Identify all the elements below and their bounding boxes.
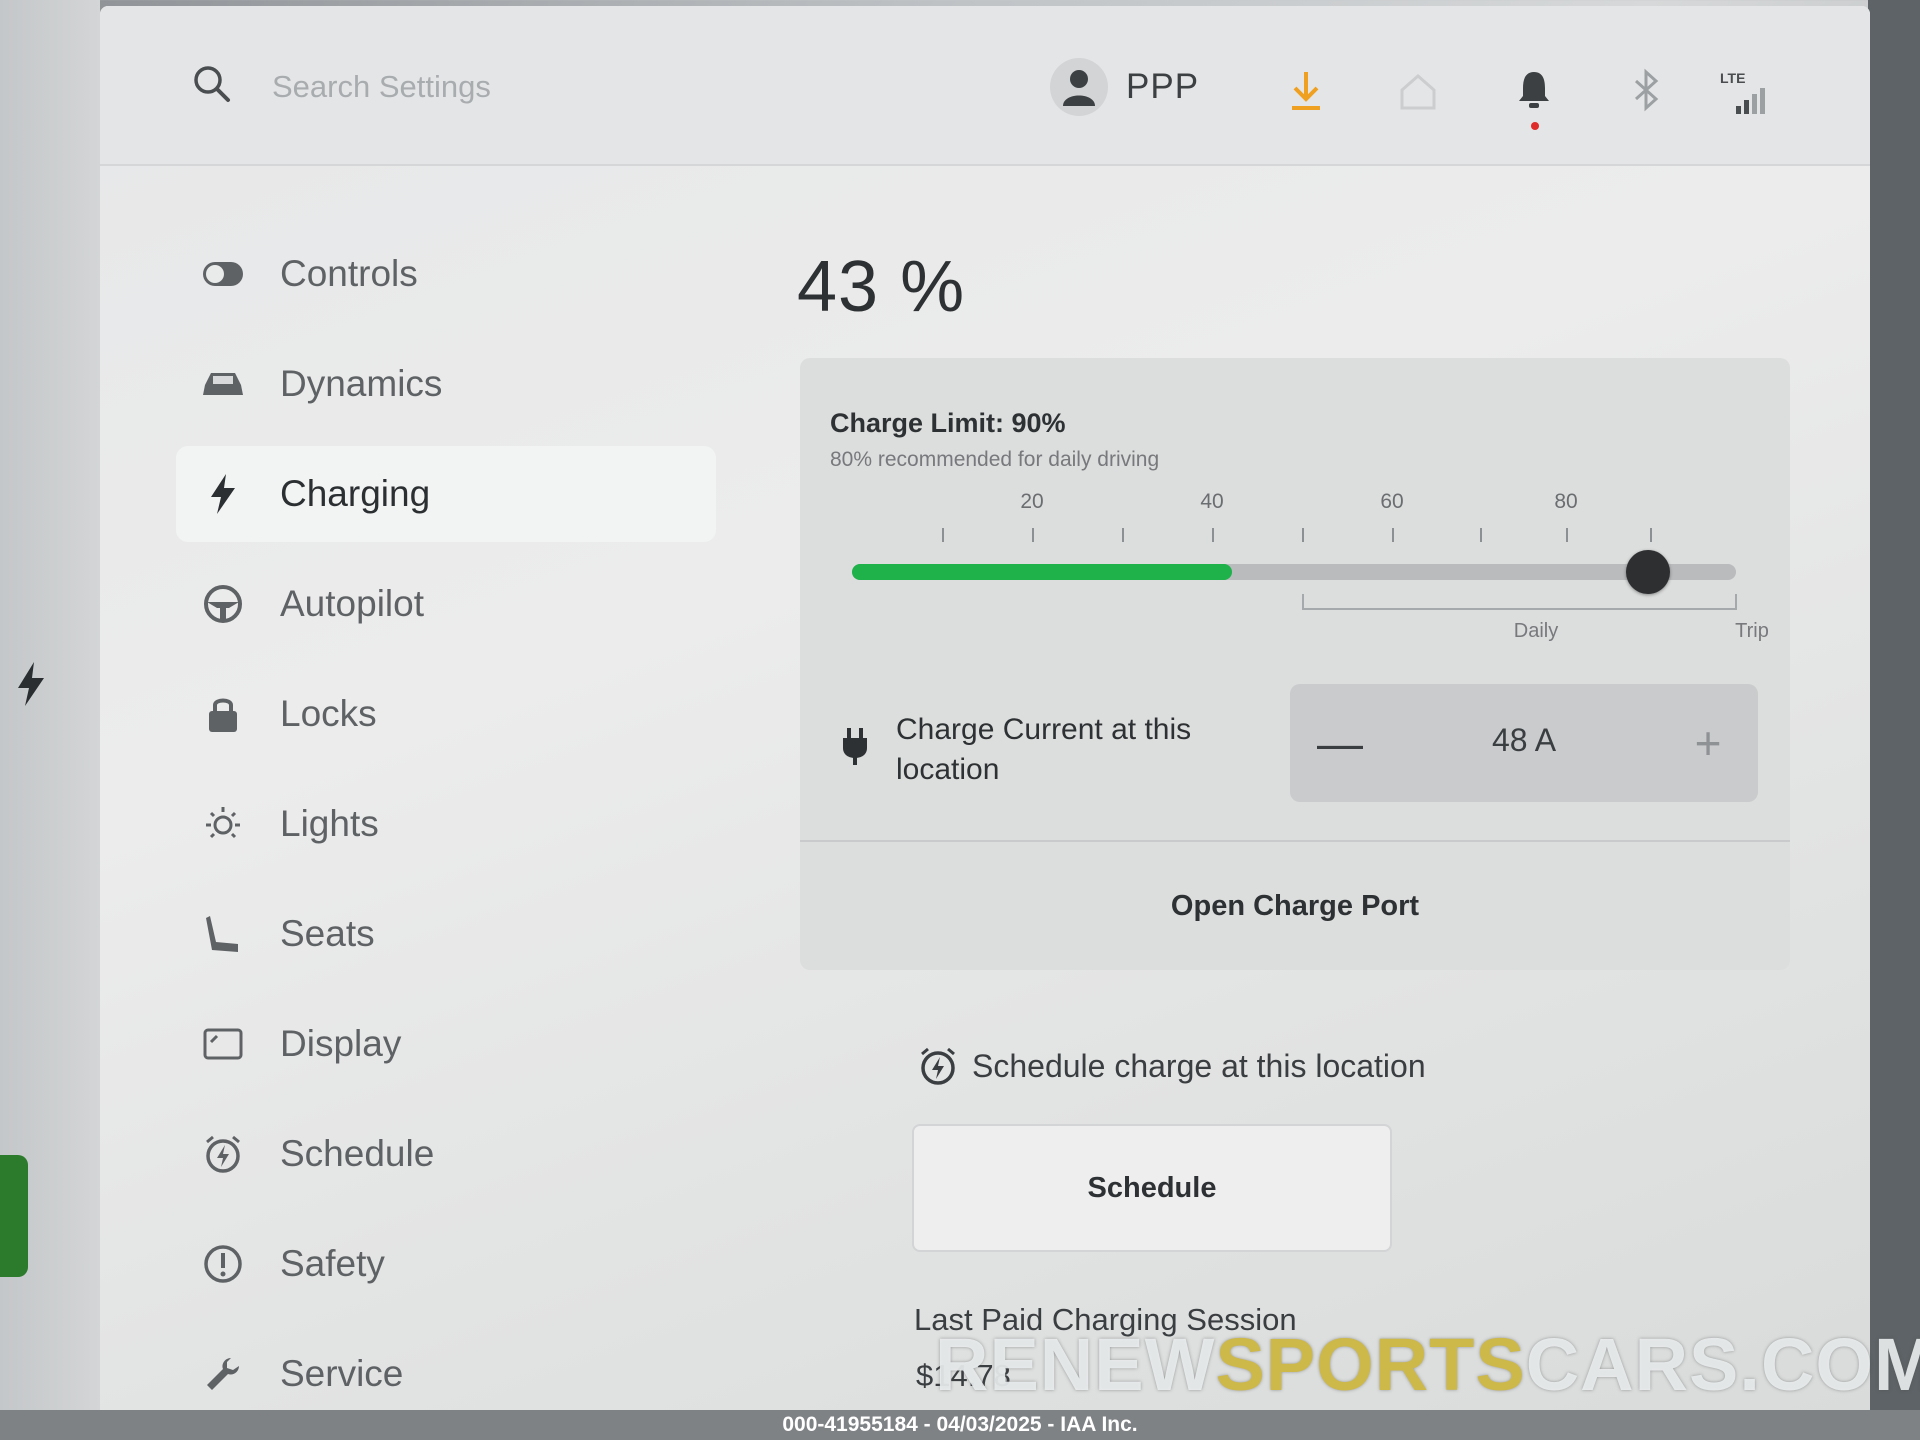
charge-limit-title: Charge Limit: 90% [830, 408, 1066, 438]
sidebar-item-label: Schedule [280, 1133, 435, 1174]
sidebar-item-label: Display [280, 1023, 402, 1064]
bolt-icon [18, 662, 44, 706]
sidebar-item-seats[interactable]: Seats [176, 886, 716, 982]
sidebar-item-dynamics[interactable]: Dynamics [176, 336, 716, 432]
scale-label-60: 60 [1380, 490, 1404, 513]
profile-button[interactable]: PPP [1050, 58, 1199, 116]
sidebar-item-label: Lights [280, 803, 379, 844]
steering-wheel-icon [200, 581, 246, 627]
seat-icon [200, 911, 246, 957]
profile-name: PPP [1126, 67, 1200, 106]
scale-label-20: 20 [1020, 490, 1044, 513]
schedule-button[interactable]: Schedule [912, 1124, 1392, 1252]
bluetooth-icon[interactable] [1626, 68, 1666, 112]
watermark-part2: SPORTS [1215, 1323, 1526, 1406]
settings-sidebar: Controls Dynamics Charging Autopilot Loc… [176, 226, 716, 1410]
increase-current-button[interactable]: + [1658, 684, 1758, 802]
notification-dot [1531, 122, 1539, 130]
warning-icon [200, 1241, 246, 1287]
charge-limit-handle[interactable] [1625, 550, 1670, 594]
scale-tick [1032, 528, 1034, 542]
wrench-icon [200, 1351, 246, 1397]
charge-card: Charge Limit: 90% 80% recommended for da… [800, 358, 1790, 970]
scale-tick [1480, 528, 1482, 542]
alarm-clock-icon [921, 1047, 955, 1085]
lock-icon [200, 691, 246, 737]
sidebar-item-label: Controls [280, 253, 418, 294]
sidebar-item-safety[interactable]: Safety [176, 1216, 716, 1312]
sidebar-item-charging[interactable]: Charging [176, 446, 716, 542]
sidebar-item-autopilot[interactable]: Autopilot [176, 556, 716, 652]
battery-level-fill [852, 564, 1233, 580]
right-bezel [1868, 0, 1920, 1410]
sidebar-item-label: Service [280, 1353, 404, 1394]
sidebar-item-label: Safety [280, 1243, 385, 1284]
alarm-clock-icon [200, 1131, 246, 1177]
green-tab [0, 1155, 28, 1277]
home-icon[interactable] [1398, 68, 1438, 112]
daily-label: Daily [1513, 620, 1559, 642]
sidebar-item-locks[interactable]: Locks [176, 666, 716, 762]
lte-signal-icon: LTE [1716, 70, 1776, 116]
bell-icon[interactable] [1514, 68, 1554, 112]
sidebar-item-label: Charging [280, 473, 431, 514]
sidebar-item-lights[interactable]: Lights [176, 776, 716, 872]
download-icon[interactable] [1286, 68, 1326, 112]
schedule-heading-row: Schedule charge at this location [918, 1046, 1426, 1086]
top-bar: PPP LTE [100, 6, 1870, 166]
sidebar-item-label: Seats [280, 913, 375, 954]
trip-label: Trip [1735, 620, 1769, 642]
search-icon[interactable] [192, 64, 232, 104]
charge-current-label: Charge Current at this location [896, 713, 1192, 786]
sidebar-item-label: Locks [280, 693, 377, 734]
toggle-icon [200, 251, 246, 297]
bolt-icon [200, 471, 246, 517]
display-icon [200, 1021, 246, 1067]
sidebar-item-display[interactable]: Display [176, 996, 716, 1092]
sidebar-item-service[interactable]: Service [176, 1326, 716, 1410]
settings-screen: PPP LTE [100, 6, 1870, 1410]
schedule-heading: Schedule charge at this location [972, 1047, 1426, 1084]
sidebar-item-label: Dynamics [280, 363, 443, 404]
battery-percent: 43 % [797, 247, 966, 327]
scale-tick [1392, 528, 1394, 542]
watermark: RENEWSPORTSCARS.COM [935, 1322, 1920, 1407]
sidebar-item-controls[interactable]: Controls [176, 226, 716, 322]
scale-tick [942, 528, 944, 542]
charge-limit-recommendation: 80% recommended for daily driving [830, 448, 1160, 471]
search-input[interactable] [270, 64, 654, 110]
scale-label-40: 40 [1200, 490, 1224, 513]
car-icon [200, 361, 246, 407]
scale-tick [1302, 528, 1304, 542]
sidebar-item-schedule[interactable]: Schedule [176, 1106, 716, 1202]
sidebar-item-label: Autopilot [280, 583, 424, 624]
open-charge-port-button[interactable]: Open Charge Port [800, 842, 1790, 970]
watermark-part3: CARS.COM [1525, 1323, 1920, 1406]
avatar [1050, 58, 1108, 116]
daily-trip-range-bracket [1302, 594, 1737, 610]
scale-tick [1122, 528, 1124, 542]
plug-icon [843, 728, 867, 765]
charge-limit-slider[interactable] [852, 550, 1736, 594]
charge-current-stepper: — 48 A + [1290, 684, 1758, 802]
scale-tick [1212, 528, 1214, 542]
scale-tick [1650, 528, 1652, 542]
scale-tick [1566, 528, 1568, 542]
light-icon [200, 801, 246, 847]
watermark-part1: RENEW [935, 1323, 1216, 1406]
scale-label-80: 80 [1554, 490, 1578, 513]
footer-caption: 000-41955184 - 04/03/2025 - IAA Inc. [0, 1410, 1920, 1440]
user-icon [1063, 70, 1095, 106]
